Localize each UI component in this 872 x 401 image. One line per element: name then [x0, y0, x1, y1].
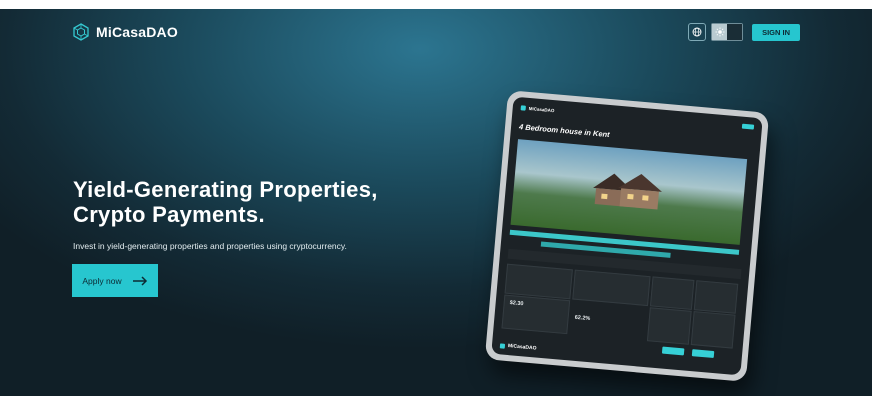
tablet-stat-card [693, 280, 739, 314]
arrow-right-icon [132, 275, 147, 286]
apply-now-label: Apply now [82, 275, 122, 286]
tablet-footer-logo-icon [499, 342, 506, 349]
tablet-footer-brand: MiCasaDAO [507, 343, 537, 352]
logo[interactable]: MiCasaDAO [72, 23, 178, 41]
tablet-stat-card [572, 269, 651, 307]
house-icon [593, 173, 662, 210]
tablet-stat-card [690, 311, 736, 349]
globe-icon [692, 27, 702, 37]
tablet-footer: MiCasaDAO [499, 342, 537, 352]
tablet-brand: MiCasaDAO [528, 105, 555, 113]
tablet-percent: 62.2% [574, 314, 591, 323]
site-header: MiCasaDAO SIGN IN [72, 23, 800, 47]
language-button[interactable] [688, 23, 707, 41]
dark-mode-option[interactable] [727, 24, 743, 40]
hero-section: MiCasaDAO SIGN IN Yield-Generating Prope… [0, 9, 872, 396]
tablet-stat-card [504, 263, 573, 300]
header-actions: SIGN IN [688, 23, 800, 41]
apply-now-button[interactable]: Apply now [72, 264, 158, 297]
hero-title: Yield-Generating Properties, Crypto Paym… [73, 177, 378, 227]
tablet-price: $2.30 [509, 300, 524, 308]
logo-mark-icon [73, 23, 89, 41]
hero-subtitle: Invest in yield-generating properties an… [73, 241, 347, 251]
tablet-screen: MiCasaDAO 4 Bedroom house in Kent $2.30 … [491, 96, 763, 376]
hero-title-line1: Yield-Generating Properties, [73, 177, 378, 202]
theme-toggle[interactable] [711, 23, 744, 41]
brand-name: MiCasaDAO [96, 24, 178, 40]
sun-icon [712, 24, 728, 40]
tablet-action-button [661, 346, 685, 356]
tablet-stat-card [646, 307, 692, 345]
tablet-mockup: MiCasaDAO 4 Bedroom house in Kent $2.30 … [484, 90, 770, 382]
tablet-sign-in-pill [741, 123, 755, 130]
tablet-stat-card [649, 276, 695, 310]
tablet-listing-title: 4 Bedroom house in Kent [518, 122, 611, 140]
tablet-action-button [691, 349, 715, 359]
tablet-logo-icon [520, 104, 527, 111]
sign-in-button[interactable]: SIGN IN [752, 23, 800, 41]
property-photo [510, 139, 748, 245]
hero-title-line2: Crypto Payments. [73, 202, 265, 227]
